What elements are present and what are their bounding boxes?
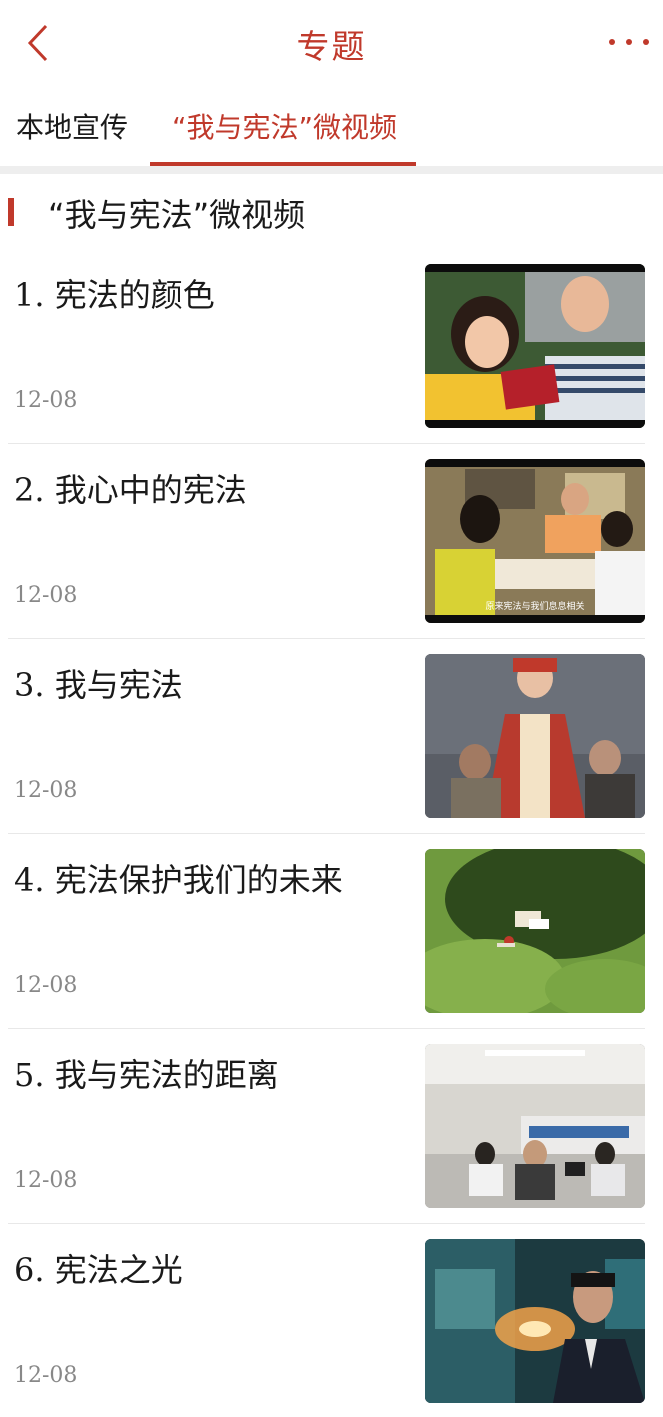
thumbnail-caption: 原来宪法与我们息息相关	[485, 600, 584, 612]
divider	[8, 1223, 645, 1224]
list-item[interactable]: 3. 我与宪法 12-08	[0, 652, 663, 847]
item-date: 12-08	[14, 583, 78, 608]
item-title: 5. 我与宪法的距离	[14, 1056, 279, 1094]
thumbnail-image	[425, 264, 645, 428]
video-thumbnail[interactable]	[425, 1239, 645, 1403]
video-thumbnail[interactable]	[425, 1044, 645, 1208]
list-item[interactable]: 6. 宪法之光 12-08	[0, 1237, 663, 1417]
video-thumbnail[interactable]	[425, 264, 645, 428]
item-date: 12-08	[14, 1168, 78, 1193]
thumbnail-image	[425, 1044, 645, 1208]
list-item[interactable]: 1. 宪法的颜色 12-08	[0, 262, 663, 457]
divider	[8, 833, 645, 834]
item-title: 3. 我与宪法	[14, 666, 183, 704]
tab-local-promotion[interactable]: 本地宣传	[16, 106, 128, 146]
thumbnail-image: 原来宪法与我们息息相关	[425, 459, 645, 623]
video-thumbnail[interactable]: 原来宪法与我们息息相关	[425, 459, 645, 623]
list-item[interactable]: 5. 我与宪法的距离 12-08	[0, 1042, 663, 1237]
more-dot	[643, 39, 649, 45]
thumbnail-image	[425, 1239, 645, 1403]
more-horizontal-icon	[609, 39, 615, 45]
section-accent-bar	[8, 198, 14, 226]
video-thumbnail[interactable]	[425, 654, 645, 818]
video-thumbnail[interactable]	[425, 849, 645, 1013]
tab-micro-video[interactable]: “我与宪法”微视频	[172, 106, 397, 146]
divider	[8, 443, 645, 444]
item-date: 12-08	[14, 778, 78, 803]
section-header: “我与宪法”微视频	[0, 190, 663, 234]
divider	[0, 166, 663, 174]
item-title: 2. 我心中的宪法	[14, 471, 247, 509]
divider	[8, 638, 645, 639]
video-list: 1. 宪法的颜色 12-08 2. 我心中的宪法 12-08 原来宪法与我们息息…	[0, 262, 663, 1417]
item-date: 12-08	[14, 388, 78, 413]
more-button[interactable]	[609, 30, 649, 54]
more-dot	[626, 39, 632, 45]
list-item[interactable]: 4. 宪法保护我们的未来 12-08	[0, 847, 663, 1042]
list-item[interactable]: 2. 我心中的宪法 12-08 原来宪法与我们息息相关	[0, 457, 663, 652]
page-title: 专题	[296, 27, 367, 66]
item-title: 6. 宪法之光	[14, 1251, 183, 1289]
thumbnail-image	[425, 849, 645, 1013]
thumbnail-image	[425, 654, 645, 818]
item-date: 12-08	[14, 1363, 78, 1388]
tab-bar: 本地宣传 “我与宪法”微视频	[0, 92, 663, 166]
section-title: “我与宪法”微视频	[48, 196, 306, 234]
item-title: 4. 宪法保护我们的未来	[14, 861, 343, 899]
divider	[8, 1028, 645, 1029]
item-date: 12-08	[14, 973, 78, 998]
item-title: 1. 宪法的颜色	[14, 276, 215, 314]
top-bar: 专题	[0, 0, 663, 86]
